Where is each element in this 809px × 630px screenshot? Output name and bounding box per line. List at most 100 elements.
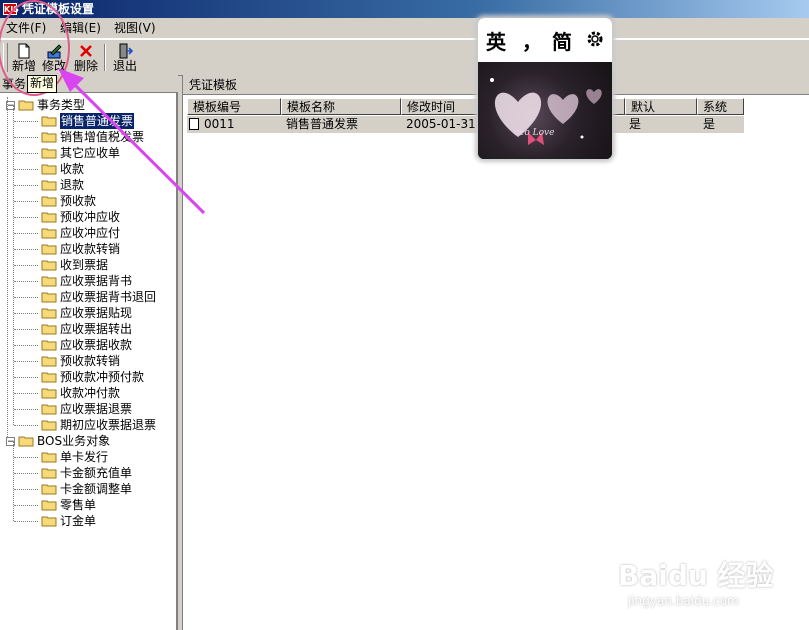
ime-skin-text: ceo Love	[514, 128, 555, 138]
column-header-code[interactable]: 模板编号	[187, 98, 281, 115]
tree-guide-line	[7, 97, 8, 441]
tree-guide-line	[14, 137, 38, 138]
toolbar-grip	[3, 43, 8, 72]
left-panel-header-label: 事务	[2, 77, 27, 91]
folder-icon	[41, 419, 57, 431]
folder-icon	[41, 243, 57, 255]
delete-button-label: 删除	[73, 59, 98, 73]
cell-default: 是	[629, 117, 642, 131]
edit-button[interactable]: 修改	[39, 42, 69, 73]
ime-bar: 英 ， 简	[478, 18, 612, 62]
tree-node-label: 应收票据退票	[60, 402, 133, 416]
new-button[interactable]: 新增	[9, 42, 39, 73]
folder-icon	[41, 387, 57, 399]
ime-punctuation-toggle[interactable]: ，	[522, 26, 542, 55]
tree-node-label: 卡金额调整单	[60, 482, 133, 496]
folder-icon	[41, 323, 57, 335]
tree-guide-line	[14, 217, 38, 218]
tree-guide-line	[14, 361, 38, 362]
folder-icon	[41, 467, 57, 479]
tree-guide-line	[14, 457, 38, 458]
tree-node-label: 应收票据转出	[60, 322, 133, 336]
edit-button-label: 修改	[41, 59, 66, 73]
tree-guide-line	[14, 425, 38, 426]
heart-art-icon	[490, 78, 602, 145]
tree-guide-line	[14, 313, 38, 314]
cell-system: 是	[703, 117, 716, 131]
folder-icon	[41, 355, 57, 367]
ime-language-toggle[interactable]: 英	[486, 26, 506, 55]
tree-guide-line	[14, 393, 38, 394]
folder-icon	[41, 163, 57, 175]
folder-icon	[41, 499, 57, 511]
toolbar: 新增 修改 删除 退出	[0, 39, 809, 76]
folder-icon	[41, 371, 57, 383]
folder-icon	[41, 339, 57, 351]
tree-node-label: 零售单	[60, 498, 97, 512]
transaction-tree-panel: 事务 新增 − 事务类型 销售普通发票 销售增值税发票 其它应收单 收款 退款 预收款 预收冲应…	[0, 75, 178, 630]
tree-node-label: 订金单	[60, 514, 97, 528]
tree-node-label: 期初应收票据退票	[60, 418, 157, 432]
tree-guide-line	[14, 473, 38, 474]
delete-button[interactable]: 删除	[71, 42, 101, 73]
cell-code: 0011	[204, 117, 235, 131]
column-header-system[interactable]: 系统	[697, 98, 744, 115]
title-bar: KIS 凭证模板设置	[0, 0, 809, 18]
menu-view[interactable]: 视图(V)	[112, 20, 158, 36]
tree-node-label: 应收票据背书退回	[60, 290, 157, 304]
folder-icon	[41, 147, 57, 159]
tree-node-label: 退款	[60, 178, 85, 192]
folder-icon	[41, 451, 57, 463]
delete-x-icon	[80, 45, 92, 57]
tree-node-label: 预收冲应收	[60, 210, 121, 224]
gear-icon[interactable]	[586, 30, 604, 48]
tree-guide-line	[14, 297, 38, 298]
tree-node-label: 应收冲应付	[60, 226, 121, 240]
cell-time: 2005-01-31 1	[406, 117, 488, 131]
tree-node-label: 预收款冲预付款	[60, 370, 145, 384]
tree-guide-line	[13, 441, 14, 521]
ime-status-widget[interactable]: 英 ， 简 ceo Love	[478, 18, 612, 159]
folder-icon	[41, 131, 57, 143]
folder-icon	[41, 403, 57, 415]
menu-edit[interactable]: 编辑(E)	[58, 20, 103, 36]
tree-guide-line	[14, 329, 38, 330]
menu-bar: 文件(F) 编辑(E) 视图(V)	[0, 18, 809, 39]
folder-icon	[41, 307, 57, 319]
tree-node-label: 收到票据	[60, 258, 109, 272]
exit-button-label: 退出	[112, 59, 137, 73]
exit-door-icon	[119, 43, 133, 59]
tree-node-label: 收款冲付款	[60, 386, 121, 400]
folder-icon	[41, 179, 57, 191]
tree-guide-line	[14, 185, 38, 186]
tree-guide-line	[14, 281, 38, 282]
tree-node-label: 事务类型	[37, 98, 86, 112]
edit-pencil-icon	[47, 44, 62, 59]
ime-skin-image: ceo Love	[478, 62, 612, 159]
exit-button[interactable]: 退出	[110, 42, 140, 73]
tree-guide-line	[14, 345, 38, 346]
column-header-default[interactable]: 默认	[625, 98, 697, 115]
tree-guide-line	[14, 121, 38, 122]
tree-node-label: 销售增值税发票	[60, 130, 145, 144]
tree-node-label: 应收票据贴现	[60, 306, 133, 320]
tree-guide-line	[14, 169, 38, 170]
tree-guide-line	[14, 153, 38, 154]
column-header-name[interactable]: 模板名称	[281, 98, 401, 115]
folder-icon	[18, 99, 34, 111]
tree-node-label: 应收款转销	[60, 242, 121, 256]
folder-icon	[41, 291, 57, 303]
ime-simplified-toggle[interactable]: 简	[552, 26, 572, 55]
tooltip: 新增	[27, 75, 58, 93]
tree-guide-line	[14, 249, 38, 250]
menu-file[interactable]: 文件(F)	[4, 20, 48, 36]
tree-node-label: 收款	[60, 162, 85, 176]
new-button-label: 新增	[11, 59, 36, 73]
new-document-icon	[18, 43, 30, 59]
document-icon	[189, 118, 199, 130]
tree-node-label: 其它应收单	[60, 146, 121, 160]
tree-node-label: 预收款转销	[60, 354, 121, 368]
tree-guide-line	[14, 521, 38, 522]
folder-icon	[41, 227, 57, 239]
folder-icon	[41, 211, 57, 223]
